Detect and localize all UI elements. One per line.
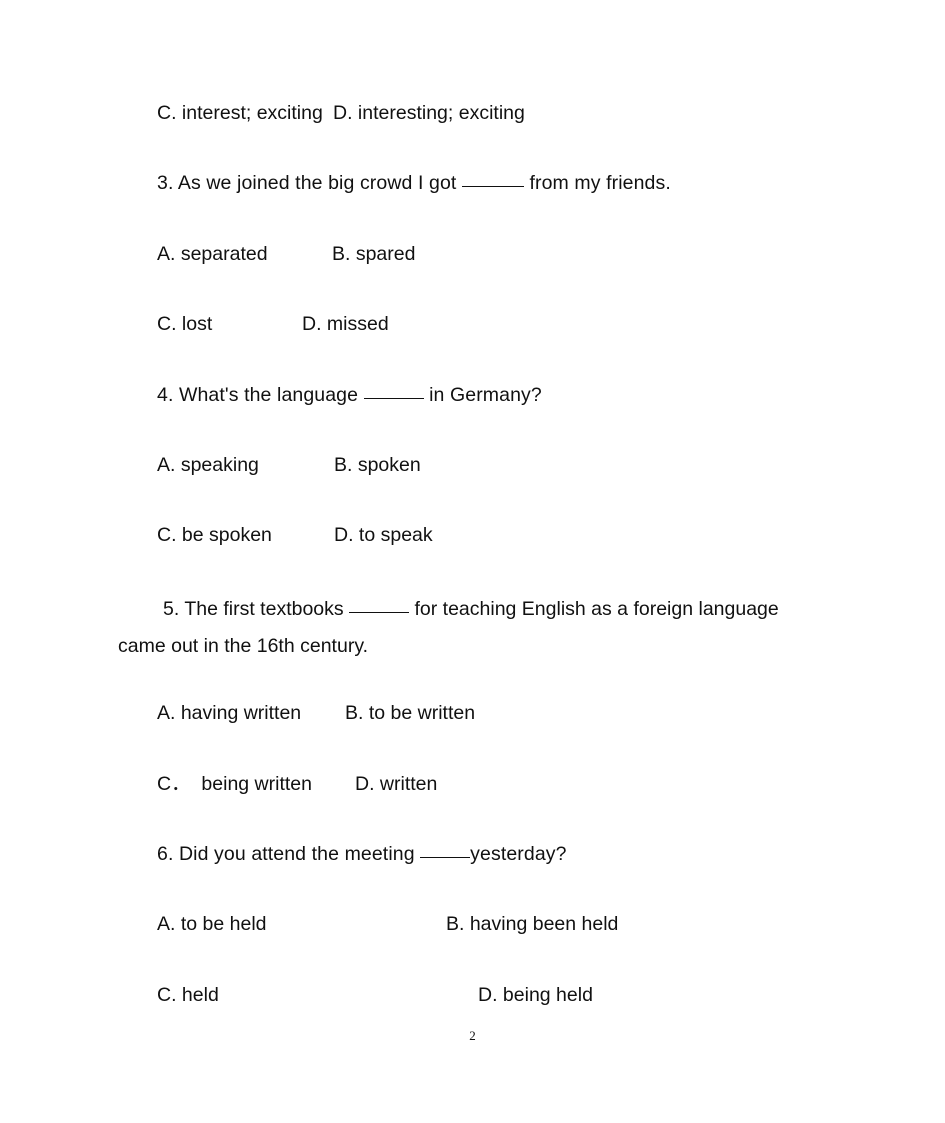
page-number: 2 <box>469 1028 476 1043</box>
question-3-stem: 3. As we joined the big crowd I got from… <box>157 170 671 196</box>
question-6-stem-after: yesterday? <box>470 843 567 865</box>
question-4-stem: 4. What's the language in Germany? <box>157 382 542 408</box>
question-3-stem-before: 3. As we joined the big crowd I got <box>157 172 462 194</box>
question-3-option-c: C. lost <box>157 313 213 335</box>
question-6-option-b: B. having been held <box>446 913 619 935</box>
question-6-stem-before: 6. Did you attend the meeting <box>157 843 421 865</box>
option-d-carryover: D. interesting; exciting <box>333 102 525 124</box>
question-4-option-a: A. speaking <box>157 454 259 476</box>
question-6-stem: 6. Did you attend the meeting yesterday? <box>157 841 567 867</box>
question-4-stem-after: in Germany? <box>423 384 542 406</box>
question-6-option-a: A. to be held <box>157 913 267 935</box>
question-6-option-d: D. being held <box>478 984 593 1006</box>
document-page: C. interest; exciting D. interesting; ex… <box>0 0 945 1123</box>
question-5-stem: 5. The first textbooks for teaching Engl… <box>118 591 828 665</box>
question-5-option-b: B. to be written <box>345 702 476 724</box>
question-3-blank <box>461 171 524 187</box>
question-5-blank <box>349 597 410 613</box>
question-5-option-d: D. written <box>355 773 438 795</box>
question-3-option-b: B. spared <box>332 243 416 265</box>
question-4-blank <box>363 383 424 399</box>
question-5-stem-before: 5. The first textbooks <box>163 598 350 620</box>
question-4-option-c: C. be spoken <box>157 524 272 546</box>
question-6-option-c: C. held <box>157 984 219 1006</box>
question-3-option-d: D. missed <box>302 313 389 335</box>
option-c-carryover: C. interest; exciting <box>157 102 323 124</box>
question-4-option-b: B. spoken <box>334 454 421 476</box>
question-3-stem-after: from my friends. <box>523 172 671 194</box>
question-5-option-a: A. having written <box>157 702 302 724</box>
question-6-blank <box>420 842 471 858</box>
question-4-stem-before: 4. What's the language <box>157 384 364 406</box>
question-5-option-c: C． being written <box>157 773 312 795</box>
question-3-option-a: A. separated <box>157 243 268 265</box>
question-4-option-d: D. to speak <box>334 524 433 546</box>
